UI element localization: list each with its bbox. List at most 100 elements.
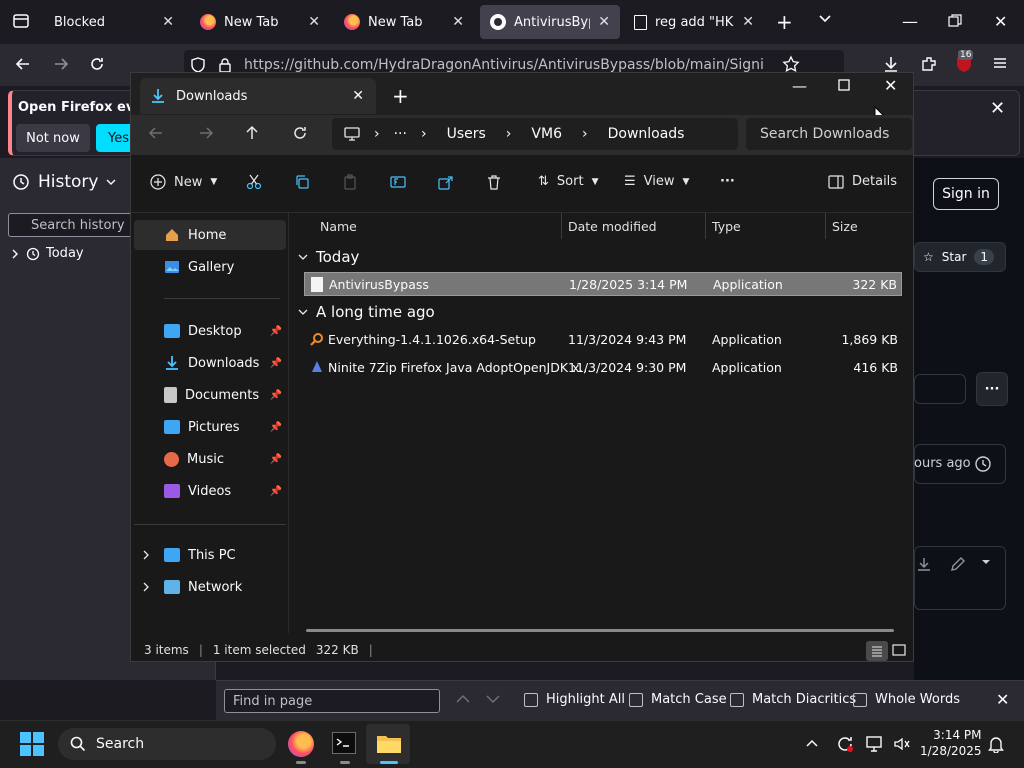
taskbar-firefox-icon[interactable] — [288, 731, 314, 757]
breadcrumb-vm6[interactable]: VM6 — [531, 126, 562, 142]
list-tabs-icon[interactable] — [818, 12, 832, 26]
pin-icon[interactable]: 📌 — [270, 422, 282, 433]
pin-icon[interactable]: 📌 — [270, 486, 282, 497]
rename-icon[interactable] — [390, 174, 406, 190]
menu-icon[interactable] — [992, 55, 1008, 71]
tab-reg-add[interactable]: reg add "HKLM\ ✕ — [624, 5, 764, 39]
explorer-address-bar[interactable]: › ··· › Users › VM6 › Downloads — [332, 118, 738, 150]
taskbar-terminal-icon[interactable] — [332, 732, 356, 754]
close-tab-icon[interactable]: ✕ — [162, 14, 174, 30]
new-explorer-tab-icon[interactable]: + — [392, 84, 409, 108]
more-options-button[interactable]: ··· — [976, 372, 1008, 406]
nav-downloads[interactable]: Downloads 📌 — [134, 348, 286, 378]
match-case-checkbox[interactable]: Match Case — [629, 692, 727, 707]
explorer-back-icon[interactable] — [148, 125, 164, 141]
file-row[interactable]: Ninite 7Zip Firefox Java AdoptOpenJDK x.… — [304, 355, 902, 379]
expand-chevron-icon[interactable] — [142, 550, 150, 560]
windows-start-icon[interactable] — [20, 732, 44, 756]
breadcrumb-users[interactable]: Users — [447, 126, 486, 142]
history-sidebar-header[interactable]: History — [12, 172, 116, 192]
find-in-page-input[interactable]: Find in page — [224, 689, 440, 713]
tab-antivirus-bypass[interactable]: AntivirusBypass ✕ — [480, 5, 620, 39]
column-divider[interactable] — [825, 213, 826, 239]
edit-dropdown-icon[interactable] — [980, 556, 992, 568]
minimize-window-icon[interactable]: — — [902, 12, 918, 31]
downloads-icon[interactable] — [882, 55, 900, 73]
file-row[interactable]: Everything-1.4.1.1026.x64-Setup 11/3/202… — [304, 327, 902, 351]
close-tab-icon[interactable]: ✕ — [308, 14, 320, 30]
sync-alert-icon[interactable] — [836, 735, 854, 753]
nav-home[interactable]: Home — [134, 220, 286, 250]
explorer-search-input[interactable]: Search Downloads — [746, 118, 912, 150]
breadcrumb-downloads[interactable]: Downloads — [608, 126, 685, 142]
not-now-button[interactable]: Not now — [16, 124, 90, 152]
file-row[interactable]: AntivirusBypass 1/28/2025 3:14 PM Applic… — [304, 272, 902, 296]
bookmark-star-icon[interactable] — [782, 55, 800, 73]
pin-icon[interactable]: 📌 — [270, 390, 282, 401]
highlight-all-checkbox[interactable]: Highlight All — [524, 692, 625, 707]
pin-icon[interactable]: 📌 — [270, 358, 282, 369]
find-next-icon[interactable] — [486, 694, 500, 704]
nav-videos[interactable]: Videos 📌 — [134, 476, 286, 506]
extensions-icon[interactable] — [920, 55, 938, 73]
column-header-name[interactable]: Name — [320, 219, 357, 234]
explorer-tab-downloads[interactable]: Downloads ✕ — [140, 78, 376, 114]
close-tab-icon[interactable]: ✕ — [452, 14, 464, 30]
nav-gallery[interactable]: Gallery — [134, 252, 286, 282]
column-header-type[interactable]: Type — [712, 219, 741, 234]
new-tab-icon[interactable]: + — [776, 10, 793, 34]
close-find-bar-icon[interactable]: ✕ — [996, 690, 1009, 709]
share-icon[interactable] — [438, 174, 454, 190]
details-button[interactable]: Details — [828, 174, 897, 189]
url-text[interactable]: https://github.com/HydraDragonAntivirus/… — [244, 57, 764, 73]
pin-icon[interactable]: 📌 — [270, 326, 282, 337]
group-header-long-ago[interactable]: A long time ago — [298, 303, 435, 321]
tab-new-tab-2[interactable]: New Tab ✕ — [334, 5, 474, 39]
see-more-icon[interactable]: ··· — [720, 174, 735, 189]
group-header-today[interactable]: Today — [298, 248, 359, 266]
network-status-icon[interactable] — [866, 736, 884, 752]
notifications-bell-icon[interactable] — [988, 735, 1004, 753]
delete-icon[interactable] — [486, 174, 502, 190]
volume-muted-icon[interactable] — [893, 736, 911, 752]
nav-music[interactable]: Music 📌 — [134, 444, 286, 474]
expand-chevron-icon[interactable] — [142, 582, 150, 592]
tab-new-tab-1[interactable]: New Tab ✕ — [190, 5, 330, 39]
explorer-forward-icon[interactable] — [198, 125, 214, 141]
lock-icon[interactable] — [218, 57, 232, 73]
new-button[interactable]: New ▼ — [150, 174, 217, 190]
close-window-icon[interactable]: ✕ — [994, 12, 1007, 31]
download-raw-icon[interactable] — [916, 556, 932, 572]
nav-desktop[interactable]: Desktop 📌 — [134, 316, 286, 346]
explorer-close-icon[interactable]: ✕ — [884, 76, 897, 95]
firefox-view-icon[interactable] — [12, 12, 30, 30]
match-diacritics-checkbox[interactable]: Match Diacritics — [730, 692, 856, 707]
column-divider[interactable] — [705, 213, 706, 239]
taskbar-file-explorer-icon[interactable] — [376, 732, 402, 754]
show-hidden-icons-icon[interactable] — [806, 738, 818, 748]
explorer-up-icon[interactable] — [244, 125, 260, 141]
details-view-icon[interactable] — [866, 641, 888, 661]
taskbar-clock[interactable]: 3:14 PM 1/28/2025 — [920, 727, 982, 759]
taskbar-search[interactable]: Search — [58, 728, 276, 760]
forward-icon[interactable] — [52, 55, 70, 73]
edit-pencil-icon[interactable] — [950, 556, 966, 572]
nav-this-pc[interactable]: This PC — [134, 540, 286, 570]
column-divider[interactable] — [561, 213, 562, 239]
nav-network[interactable]: Network — [134, 572, 286, 602]
explorer-refresh-icon[interactable] — [292, 125, 308, 141]
close-tab-icon[interactable]: ✕ — [598, 14, 610, 30]
explorer-maximize-icon[interactable] — [838, 79, 850, 91]
nav-pictures[interactable]: Pictures 📌 — [134, 412, 286, 442]
find-previous-icon[interactable] — [456, 694, 470, 704]
close-notification-icon[interactable]: ✕ — [990, 98, 1005, 119]
explorer-minimize-icon[interactable]: — — [792, 77, 807, 95]
reload-icon[interactable] — [88, 55, 106, 73]
nav-documents[interactable]: Documents 📌 — [134, 380, 286, 410]
paste-icon[interactable] — [342, 174, 358, 190]
breadcrumb-overflow-icon[interactable]: ··· — [394, 126, 407, 142]
view-button[interactable]: ☰ View ▼ — [624, 174, 689, 189]
column-header-size[interactable]: Size — [832, 219, 858, 234]
history-group-today[interactable]: Today — [10, 246, 84, 261]
cut-icon[interactable] — [246, 174, 262, 190]
